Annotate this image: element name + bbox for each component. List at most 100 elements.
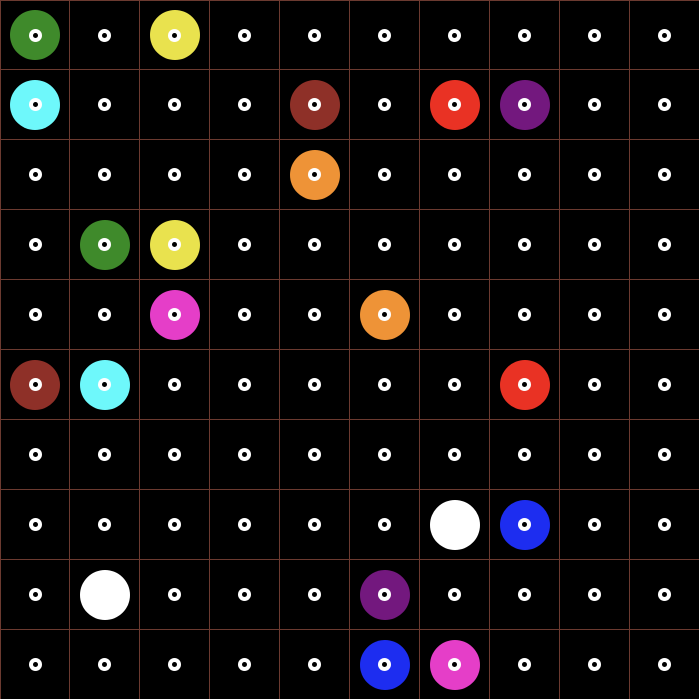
board-cell[interactable] bbox=[210, 420, 280, 490]
board-cell[interactable] bbox=[490, 140, 560, 210]
board-cell[interactable] bbox=[140, 0, 210, 70]
board-cell[interactable] bbox=[630, 70, 699, 140]
board-cell[interactable] bbox=[630, 280, 699, 350]
board-cell[interactable] bbox=[140, 420, 210, 490]
board-cell[interactable] bbox=[630, 350, 699, 420]
board-cell[interactable] bbox=[140, 490, 210, 560]
board-cell[interactable] bbox=[560, 0, 630, 70]
board-cell[interactable] bbox=[560, 280, 630, 350]
board-cell[interactable] bbox=[280, 490, 350, 560]
orange-dot[interactable] bbox=[289, 149, 340, 200]
board-cell[interactable] bbox=[490, 210, 560, 280]
board-cell[interactable] bbox=[0, 630, 70, 699]
cyan-dot[interactable] bbox=[10, 79, 60, 130]
board-cell[interactable] bbox=[490, 280, 560, 350]
board-cell[interactable] bbox=[350, 0, 420, 70]
board-cell[interactable] bbox=[210, 0, 280, 70]
board-cell[interactable] bbox=[490, 350, 560, 420]
board-cell[interactable] bbox=[210, 560, 280, 630]
brown-dot[interactable] bbox=[10, 359, 60, 410]
board-cell[interactable] bbox=[210, 630, 280, 699]
board-cell[interactable] bbox=[420, 350, 490, 420]
board-cell[interactable] bbox=[350, 280, 420, 350]
magenta-dot[interactable] bbox=[429, 639, 480, 690]
board-cell[interactable] bbox=[420, 280, 490, 350]
board-cell[interactable] bbox=[280, 70, 350, 140]
board-cell[interactable] bbox=[350, 210, 420, 280]
red-dot[interactable] bbox=[429, 79, 480, 130]
board-cell[interactable] bbox=[0, 280, 70, 350]
board-cell[interactable] bbox=[350, 70, 420, 140]
board-cell[interactable] bbox=[490, 630, 560, 699]
blue-dot[interactable] bbox=[359, 639, 410, 690]
board-cell[interactable] bbox=[0, 140, 70, 210]
board-cell[interactable] bbox=[490, 490, 560, 560]
board-cell[interactable] bbox=[140, 280, 210, 350]
board-cell[interactable] bbox=[210, 70, 280, 140]
board-cell[interactable] bbox=[0, 70, 70, 140]
board-cell[interactable] bbox=[70, 70, 140, 140]
board-cell[interactable] bbox=[420, 490, 490, 560]
board-cell[interactable] bbox=[490, 0, 560, 70]
green-dot[interactable] bbox=[10, 10, 60, 60]
board-cell[interactable] bbox=[280, 420, 350, 490]
board-cell[interactable] bbox=[560, 140, 630, 210]
board-cell[interactable] bbox=[630, 0, 699, 70]
board-cell[interactable] bbox=[490, 420, 560, 490]
magenta-dot[interactable] bbox=[149, 289, 200, 340]
board-cell[interactable] bbox=[630, 210, 699, 280]
board-cell[interactable] bbox=[560, 490, 630, 560]
board-cell[interactable] bbox=[0, 560, 70, 630]
board-cell[interactable] bbox=[630, 140, 699, 210]
board-cell[interactable] bbox=[280, 210, 350, 280]
board-cell[interactable] bbox=[350, 630, 420, 699]
board-cell[interactable] bbox=[70, 0, 140, 70]
board-cell[interactable] bbox=[140, 70, 210, 140]
board-cell[interactable] bbox=[350, 420, 420, 490]
white-dot[interactable] bbox=[429, 499, 480, 550]
board-cell[interactable] bbox=[560, 350, 630, 420]
board-cell[interactable] bbox=[0, 210, 70, 280]
board-cell[interactable] bbox=[70, 490, 140, 560]
board-cell[interactable] bbox=[560, 630, 630, 699]
board-cell[interactable] bbox=[0, 490, 70, 560]
board-cell[interactable] bbox=[630, 560, 699, 630]
board-cell[interactable] bbox=[560, 210, 630, 280]
yellow-dot[interactable] bbox=[149, 10, 200, 60]
board-cell[interactable] bbox=[490, 70, 560, 140]
board-cell[interactable] bbox=[140, 560, 210, 630]
brown-dot[interactable] bbox=[289, 79, 340, 130]
board-cell[interactable] bbox=[420, 70, 490, 140]
board-cell[interactable] bbox=[350, 140, 420, 210]
board-cell[interactable] bbox=[70, 560, 140, 630]
red-dot[interactable] bbox=[499, 359, 550, 410]
board-cell[interactable] bbox=[350, 490, 420, 560]
board-cell[interactable] bbox=[420, 0, 490, 70]
board-cell[interactable] bbox=[70, 140, 140, 210]
board-cell[interactable] bbox=[560, 70, 630, 140]
board-cell[interactable] bbox=[630, 630, 699, 699]
board-cell[interactable] bbox=[560, 420, 630, 490]
board-cell[interactable] bbox=[280, 560, 350, 630]
board-cell[interactable] bbox=[0, 420, 70, 490]
white-dot[interactable] bbox=[79, 569, 130, 620]
board-cell[interactable] bbox=[70, 350, 140, 420]
board-cell[interactable] bbox=[70, 280, 140, 350]
board-cell[interactable] bbox=[420, 210, 490, 280]
board-cell[interactable] bbox=[350, 560, 420, 630]
board-cell[interactable] bbox=[630, 490, 699, 560]
board-cell[interactable] bbox=[0, 0, 70, 70]
board-cell[interactable] bbox=[140, 210, 210, 280]
board-cell[interactable] bbox=[280, 140, 350, 210]
yellow-dot[interactable] bbox=[149, 219, 200, 270]
board-cell[interactable] bbox=[70, 630, 140, 699]
board-cell[interactable] bbox=[140, 350, 210, 420]
board-cell[interactable] bbox=[420, 630, 490, 699]
board-cell[interactable] bbox=[630, 420, 699, 490]
orange-dot[interactable] bbox=[359, 289, 410, 340]
board-cell[interactable] bbox=[560, 560, 630, 630]
board-cell[interactable] bbox=[0, 350, 70, 420]
board-cell[interactable] bbox=[280, 630, 350, 699]
board-cell[interactable] bbox=[280, 0, 350, 70]
board-cell[interactable] bbox=[490, 560, 560, 630]
